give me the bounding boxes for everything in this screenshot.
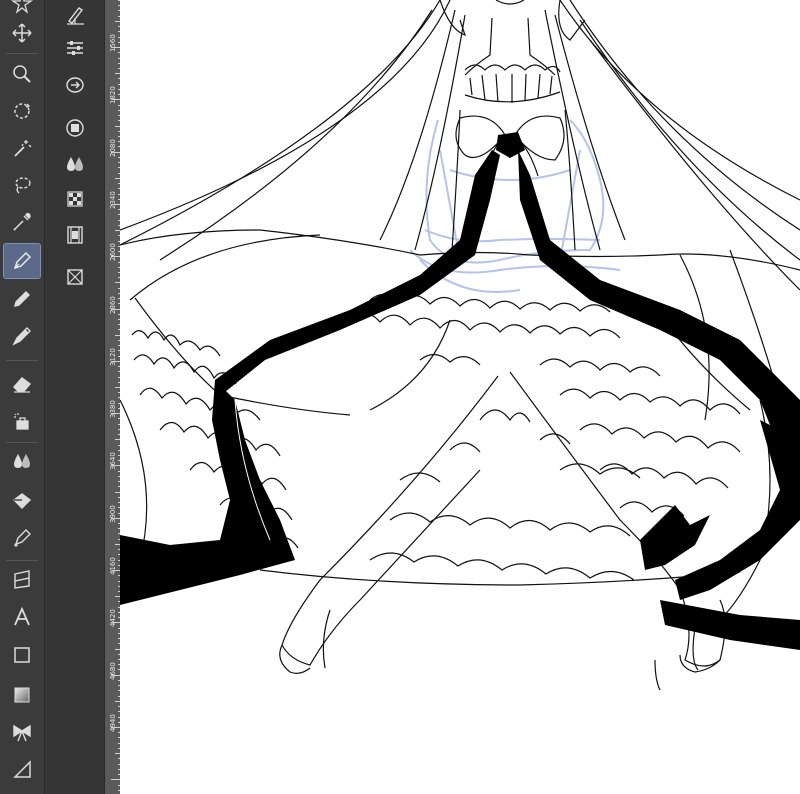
move-tool-button[interactable]: [4, 16, 40, 50]
auto-select-tool-button[interactable]: [4, 131, 40, 165]
ruler-label: 1560: [109, 34, 117, 52]
ruler-label: 4680: [109, 661, 117, 680]
rotate-tool-button[interactable]: [4, 94, 40, 128]
rectangle-icon: [14, 647, 30, 663]
figure-tool-button[interactable]: [4, 638, 40, 672]
pencil-icon: [14, 291, 30, 307]
text-icon: [14, 606, 30, 626]
vector-pen-icon: [14, 529, 31, 547]
brush-settings-icon: [67, 7, 84, 25]
brush-settings-button[interactable]: [55, 0, 95, 30]
sub-toolbar: [44, 0, 105, 794]
ruler-tool-button[interactable]: [4, 752, 40, 786]
film-icon: [67, 226, 83, 244]
blend-tool-button[interactable]: [4, 444, 40, 478]
line-art: [120, 0, 800, 691]
ruler-label: 3640: [109, 452, 117, 471]
airbrush-tool-button[interactable]: [4, 404, 40, 438]
ruler-label: 4940: [109, 714, 117, 732]
drawing-canvas[interactable]: [120, 0, 800, 794]
blend-icon: [14, 454, 30, 468]
sliders-button[interactable]: [55, 33, 95, 63]
timeline-button[interactable]: [55, 220, 95, 250]
pencil-tool-button[interactable]: [4, 282, 40, 316]
marker-tool-button[interactable]: [4, 319, 40, 353]
ruler-label: 3380: [109, 400, 117, 419]
palette-button[interactable]: [55, 184, 95, 214]
ribbon-icon: [13, 724, 31, 742]
ruler-label: 3900: [109, 504, 117, 523]
frame-icon: [14, 570, 30, 589]
color-drops-icon: [67, 157, 83, 171]
airbrush-icon: [14, 413, 29, 430]
ruler-label: 2080: [109, 138, 117, 157]
auto-select-icon: [14, 140, 32, 157]
layer-button[interactable]: [55, 113, 95, 143]
pen-icon: [13, 252, 31, 270]
black-ribbons: [120, 132, 800, 650]
ruler-label: 4160: [109, 557, 117, 575]
navigator-button[interactable]: [55, 262, 95, 292]
color-button[interactable]: [55, 149, 95, 179]
sync-button[interactable]: [55, 70, 95, 100]
sync-icon: [66, 77, 84, 93]
vertical-ruler[interactable]: 1560 1820 2080 2340 2600 2860 3120 3380 3640 3900…: [104, 0, 121, 794]
zoom-tool-button[interactable]: [4, 57, 40, 91]
zoom-icon: [13, 65, 31, 83]
navigator-icon: [67, 269, 83, 285]
eraser-icon: [13, 377, 32, 393]
pen-tool-button[interactable]: [3, 243, 41, 279]
fill-tool-button[interactable]: [4, 484, 40, 518]
lasso-tool-button[interactable]: [4, 168, 40, 202]
gradient-icon: [14, 687, 30, 703]
move-icon: [12, 23, 32, 43]
fill-icon: [12, 493, 32, 509]
marker-icon: [12, 327, 31, 346]
eyedropper-tool-button[interactable]: [4, 205, 40, 239]
text-tool-button[interactable]: [4, 600, 40, 634]
eraser-tool-button[interactable]: [4, 366, 40, 400]
ruler-label: 2600: [109, 243, 117, 262]
ruler-label: 2860: [109, 295, 117, 314]
gradient-tool-button[interactable]: [4, 678, 40, 712]
sliders-icon: [67, 41, 83, 55]
ruler-label: 2340: [109, 191, 117, 209]
palette-grid-icon: [67, 191, 83, 207]
ruler-label: 4420: [109, 609, 117, 628]
ruler-label: 1820: [109, 86, 117, 105]
decoration-tool-button[interactable]: [4, 716, 40, 750]
frame-tool-button[interactable]: [4, 562, 40, 596]
ruler-label: 3120: [109, 347, 117, 366]
ruler-icon: [13, 760, 31, 778]
main-toolbar: [0, 0, 44, 794]
layer-icon: [66, 119, 84, 137]
vector-tool-button[interactable]: [4, 521, 40, 555]
rotate-view-icon: [14, 103, 31, 119]
eyedropper-icon: [13, 212, 31, 231]
lasso-icon: [15, 177, 31, 194]
